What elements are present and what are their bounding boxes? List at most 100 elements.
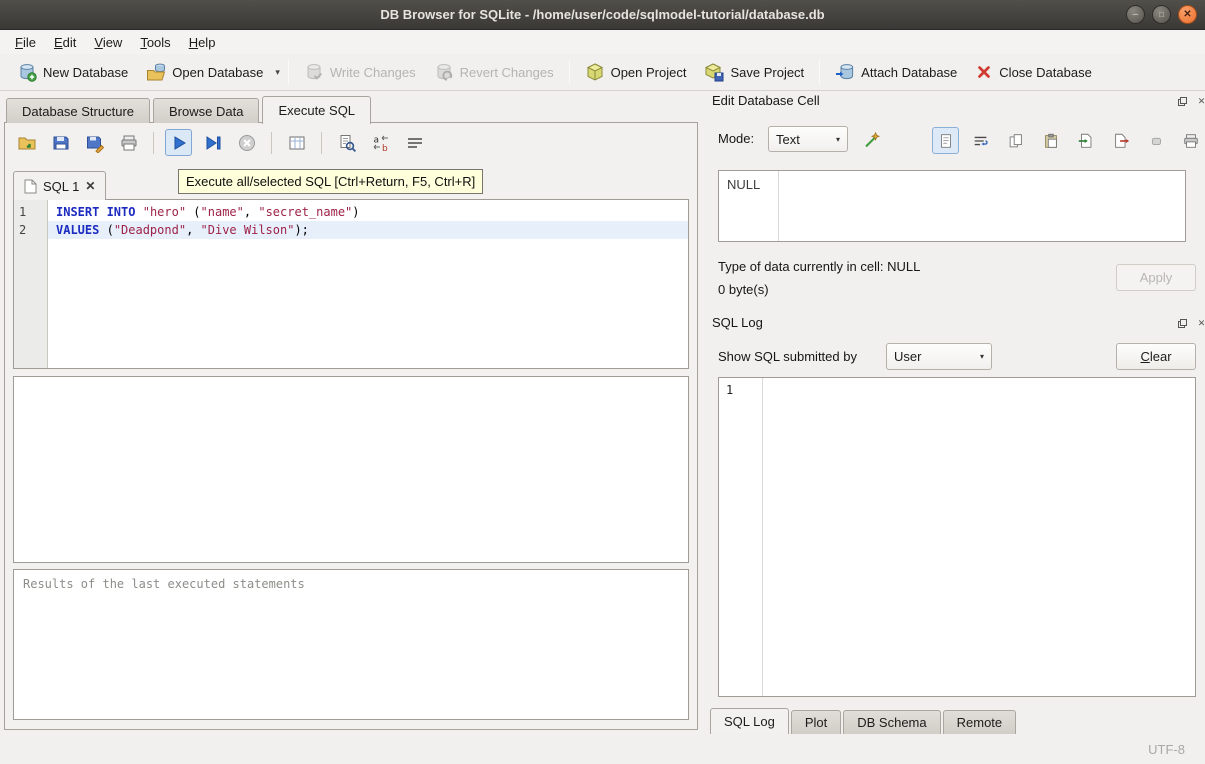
paste-cell-button[interactable] [1037,127,1064,154]
results-message-area[interactable]: Results of the last executed statements [13,569,689,720]
text-view-button[interactable] [932,127,959,154]
window-controls: – □ ✕ [1126,5,1197,24]
save-sql-as-button[interactable] [81,129,108,156]
tab-browse-data[interactable]: Browse Data [153,98,259,123]
close-database-button[interactable]: Close Database [966,57,1101,87]
copy-icon [1007,132,1025,150]
tab-db-schema[interactable]: DB Schema [843,710,940,734]
menu-tools[interactable]: Tools [131,32,179,53]
code-column[interactable]: INSERT INTO "hero" ("name", "secret_name… [48,200,688,368]
open-database-button[interactable]: Open Database [137,57,272,87]
close-panel-icon: ✕ [1198,318,1205,329]
export-icon [1112,132,1130,150]
tab-execute-sql[interactable]: Execute SQL [262,96,371,124]
tab-database-structure[interactable]: Database Structure [6,98,150,123]
print-cell-button[interactable] [1177,127,1204,154]
new-database-button[interactable]: New Database [8,57,137,87]
cell-size-info: 0 byte(s) [718,282,769,297]
close-panel-button[interactable]: ✕ [1195,95,1205,108]
sql-editor[interactable]: 1 2 INSERT INTO "hero" ("name", "secret_… [13,199,689,369]
title-bar: DB Browser for SQLite - /home/user/code/… [0,0,1205,30]
execute-line-button[interactable] [199,129,226,156]
execute-tooltip: Execute all/selected SQL [Ctrl+Return, F… [178,169,483,194]
minimize-button[interactable]: – [1126,5,1145,24]
sql-tab-close-icon[interactable]: ✕ [85,179,95,193]
revert-changes-icon [434,62,454,82]
log-body[interactable] [763,378,1195,696]
clear-label: Clear [1140,349,1171,364]
sql-token: ) [352,205,359,219]
open-sql-file-icon [17,133,37,153]
sql-log-area[interactable]: 1 [718,377,1196,697]
sql-line-1[interactable]: INSERT INTO "hero" ("name", "secret_name… [48,203,688,221]
sql-line-2[interactable]: VALUES ("Deadpond", "Dive Wilson"); [48,221,688,239]
find-replace-button[interactable]: a b [367,129,394,156]
float-panel-button[interactable] [1176,317,1189,330]
menu-edit[interactable]: Edit [45,32,85,53]
tab-plot[interactable]: Plot [791,710,841,734]
sql-document-tab[interactable]: SQL 1 ✕ [13,171,106,200]
export-results-icon [287,133,307,153]
open-database-dropdown[interactable]: ▾ [273,63,282,82]
sql-token: , [186,223,200,237]
sql-toolbar: a b [13,129,428,156]
tab-label: Remote [957,715,1003,730]
edit-cell-title: Edit Database Cell [712,93,820,108]
save-project-button[interactable]: Save Project [695,57,813,87]
new-database-label: New Database [43,65,128,80]
stop-icon [237,133,257,153]
close-button[interactable]: ✕ [1178,5,1197,24]
copy-cell-button[interactable] [1002,127,1029,154]
close-database-label: Close Database [999,65,1092,80]
clear-log-button[interactable]: Clear [1116,343,1196,370]
execute-sql-panel: a b SQL 1 ✕ [4,122,698,730]
sql-token [135,205,142,219]
save-sql-file-icon [51,133,71,153]
menu-file[interactable]: File [6,32,45,53]
word-wrap-button[interactable] [401,129,428,156]
find-button[interactable] [333,129,360,156]
import-cell-button[interactable] [1072,127,1099,154]
mode-select[interactable]: Text ▾ [768,126,848,152]
results-placeholder: Results of the last executed statements [23,577,305,591]
execute-all-button[interactable] [165,129,192,156]
find-replace-icon: a b [371,133,391,153]
mode-label: Mode: [718,131,754,146]
log-filter-select[interactable]: User ▾ [886,343,992,370]
write-changes-icon [304,62,324,82]
import-icon [1077,132,1095,150]
log-line-number: 1 [726,383,733,397]
menu-help[interactable]: Help [180,32,225,53]
sql-document-icon [24,179,37,194]
attach-database-button[interactable]: Attach Database [826,57,966,87]
cell-value-editor[interactable]: NULL [718,170,1186,242]
open-project-button[interactable]: Open Project [576,57,696,87]
results-grid[interactable] [13,376,689,563]
new-database-icon [17,62,37,82]
close-panel-icon: ✕ [1198,96,1205,107]
write-changes-button: Write Changes [295,57,425,87]
svg-text:b: b [382,144,388,153]
export-results-button[interactable] [283,129,310,156]
tab-remote[interactable]: Remote [943,710,1017,734]
maximize-button[interactable]: □ [1152,5,1171,24]
open-project-icon [585,62,605,82]
open-sql-file-button[interactable] [13,129,40,156]
cell-editor-toolbar [932,127,1204,154]
float-panel-icon [1177,96,1188,107]
save-sql-file-button[interactable] [47,129,74,156]
auto-switch-mode-button[interactable] [858,126,885,153]
print-sql-button[interactable] [115,129,142,156]
menu-view[interactable]: View [85,32,131,53]
float-panel-button[interactable] [1176,95,1189,108]
write-changes-label: Write Changes [330,65,416,80]
tab-sql-log[interactable]: SQL Log [710,708,789,734]
set-null-button [1142,127,1169,154]
close-panel-button[interactable]: ✕ [1195,317,1205,330]
save-project-icon [704,62,724,82]
line-number-gutter: 1 2 [14,200,48,368]
export-cell-button[interactable] [1107,127,1134,154]
cell-editor-body[interactable] [779,171,1185,241]
sql-token: "name" [201,205,244,219]
word-wrap-cell-button[interactable] [967,127,994,154]
